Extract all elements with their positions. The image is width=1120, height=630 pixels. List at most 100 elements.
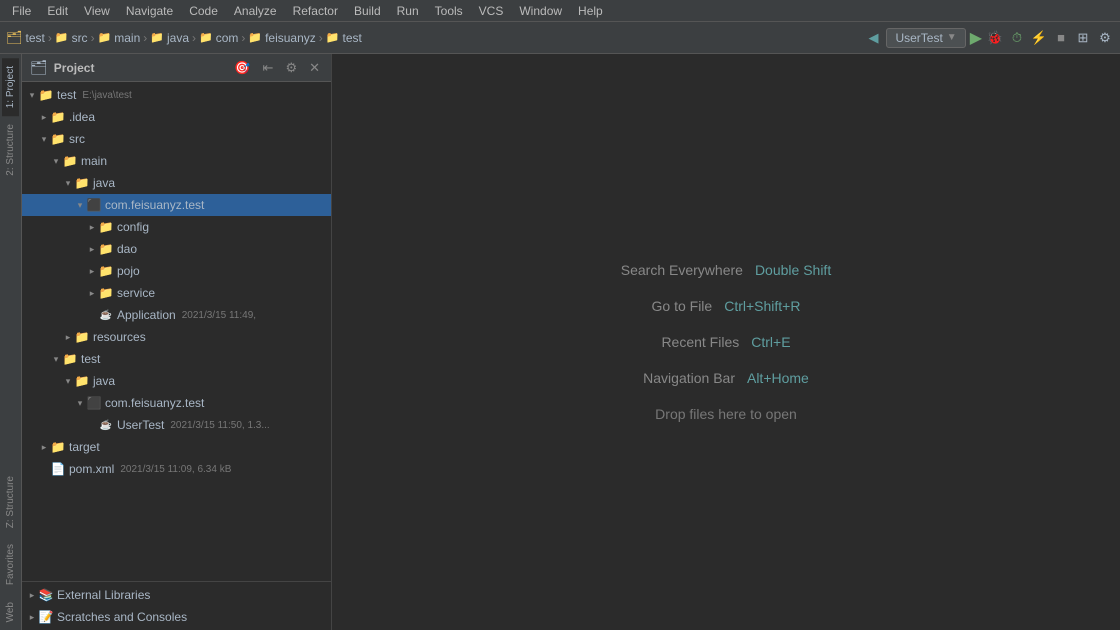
run-configuration[interactable]: UserTest ▼ <box>886 28 965 48</box>
icon-src: 📁 <box>50 131 66 147</box>
settings-icon[interactable]: ⚙ <box>1096 29 1114 47</box>
sidebar-tab-structure-2[interactable]: 2: Structure <box>2 116 19 184</box>
debug-icon[interactable]: 🐞 <box>986 29 1004 47</box>
breadcrumb-src[interactable]: 📁 src <box>55 31 88 45</box>
tree-item-service[interactable]: ▸ 📁 service <box>22 282 331 304</box>
icon-service: 📁 <box>98 285 114 301</box>
tree-item-pkg[interactable]: ▾ ⬛ com.feisuanyz.test <box>22 194 331 216</box>
label-application: Application <box>117 308 176 322</box>
icon-resources: 📁 <box>74 329 90 345</box>
side-tabs-left: 1: Project 2: Structure Z: Structure Fav… <box>0 54 22 630</box>
label-test: test <box>81 352 100 366</box>
menu-file[interactable]: File <box>4 2 39 20</box>
arrow-resources: ▸ <box>62 331 74 343</box>
menu-run[interactable]: Run <box>389 2 427 20</box>
tree-item-java[interactable]: ▾ 📁 java <box>22 172 331 194</box>
arrow-testjava: ▾ <box>62 375 74 387</box>
tree-item-resources[interactable]: ▸ 📁 resources <box>22 326 331 348</box>
project-panel: 🗂 Project 🎯 ⇤ ⚙ ✕ ▾ 📁 test E:\java\test … <box>22 54 332 630</box>
menu-edit[interactable]: Edit <box>39 2 76 20</box>
menu-code[interactable]: Code <box>181 2 226 20</box>
menu-navigate[interactable]: Navigate <box>118 2 181 20</box>
panel-close-btn[interactable]: ✕ <box>306 59 323 77</box>
run-config-label: UserTest <box>895 31 942 45</box>
meta-root: E:\java\test <box>82 90 131 101</box>
tree-item-external-libs[interactable]: ▸ 📚 External Libraries <box>22 584 331 606</box>
hint-recent-label: Recent Files <box>661 334 739 350</box>
icon-main: 📁 <box>62 153 78 169</box>
tree-item-dao[interactable]: ▸ 📁 dao <box>22 238 331 260</box>
meta-pom: 2021/3/15 11:09, 6.34 kB <box>120 464 231 475</box>
hint-navbar: Navigation Bar Alt+Home <box>643 370 809 386</box>
menu-window[interactable]: Window <box>511 2 570 20</box>
menu-help[interactable]: Help <box>570 2 611 20</box>
hint-goto-label: Go to File <box>652 298 713 314</box>
arrow-root: ▾ <box>26 89 38 101</box>
tree-item-idea[interactable]: ▸ 📁 .idea <box>22 106 331 128</box>
label-pom: pom.xml <box>69 462 114 476</box>
tree-item-src[interactable]: ▾ 📁 src <box>22 128 331 150</box>
drop-hint: Drop files here to open <box>655 406 797 422</box>
breadcrumb-test[interactable]: 📁 test <box>326 31 362 45</box>
tree-item-target[interactable]: ▸ 📁 target <box>22 436 331 458</box>
tree-item-config[interactable]: ▸ 📁 config <box>22 216 331 238</box>
hint-search-label: Search Everywhere <box>621 262 743 278</box>
tree-item-main[interactable]: ▾ 📁 main <box>22 150 331 172</box>
back-icon[interactable]: ◀ <box>864 29 882 47</box>
sidebar-tab-project[interactable]: 1: Project <box>2 58 19 116</box>
icon-testjava: 📁 <box>74 373 90 389</box>
icon-application: ☕ <box>98 307 114 323</box>
menu-tools[interactable]: Tools <box>427 2 471 20</box>
icon-scratches: 📝 <box>38 609 54 625</box>
arrow-config: ▸ <box>86 221 98 233</box>
label-root: test <box>57 88 76 102</box>
panel-locate-btn[interactable]: 🎯 <box>231 59 253 77</box>
menu-view[interactable]: View <box>76 2 118 20</box>
layout-icon[interactable]: ⊞ <box>1074 29 1092 47</box>
sidebar-tab-favorites[interactable]: Favorites <box>2 536 19 593</box>
tree-item-scratches[interactable]: ▸ 📝 Scratches and Consoles <box>22 606 331 628</box>
tree-item-root[interactable]: ▾ 📁 test E:\java\test <box>22 84 331 106</box>
menu-analyze[interactable]: Analyze <box>226 2 285 20</box>
hint-goto-shortcut: Ctrl+Shift+R <box>724 298 800 314</box>
breadcrumb-java[interactable]: 📁 java <box>150 31 189 45</box>
label-target: target <box>69 440 100 454</box>
breadcrumb-main[interactable]: 📁 main <box>98 31 141 45</box>
breadcrumb: 🗂 test › 📁 src › 📁 main › 📁 java › 📁 com… <box>6 30 860 46</box>
panel-settings-btn[interactable]: ⚙ <box>282 59 300 77</box>
tree-item-test[interactable]: ▾ 📁 test <box>22 348 331 370</box>
hint-navbar-shortcut: Alt+Home <box>747 370 809 386</box>
arrow-java: ▾ <box>62 177 74 189</box>
tree-item-pojo[interactable]: ▸ 📁 pojo <box>22 260 331 282</box>
label-scratches: Scratches and Consoles <box>57 610 187 624</box>
bottom-section: ▸ 📚 External Libraries ▸ 📝 Scratches and… <box>22 581 331 630</box>
arrow-pkg: ▾ <box>74 199 86 211</box>
menu-vcs[interactable]: VCS <box>471 2 512 20</box>
profiler-icon[interactable]: ⚡ <box>1030 29 1048 47</box>
tree-item-testpkg[interactable]: ▾ ⬛ com.feisuanyz.test <box>22 392 331 414</box>
breadcrumb-feisuanyz[interactable]: 📁 feisuanyz <box>248 31 315 45</box>
label-testpkg: com.feisuanyz.test <box>105 396 204 410</box>
tree-item-usertest[interactable]: ▸ ☕ UserTest 2021/3/15 11:50, 1.3... <box>22 414 331 436</box>
sidebar-tab-web[interactable]: Web <box>2 594 19 630</box>
breadcrumb-project[interactable]: 🗂 test <box>6 30 45 46</box>
menu-build[interactable]: Build <box>346 2 389 20</box>
run-button[interactable]: ▶ <box>970 28 982 48</box>
tree-item-pom[interactable]: ▸ 📄 pom.xml 2021/3/15 11:09, 6.34 kB <box>22 458 331 480</box>
panel-collapse-btn[interactable]: ⇤ <box>260 59 277 77</box>
sidebar-tab-structure-z[interactable]: Z: Structure <box>2 468 19 536</box>
panel-title: Project <box>54 61 226 75</box>
tree-item-application[interactable]: ▸ ☕ Application 2021/3/15 11:49, <box>22 304 331 326</box>
arrow-pojo: ▸ <box>86 265 98 277</box>
menu-refactor[interactable]: Refactor <box>285 2 346 20</box>
breadcrumb-com[interactable]: 📁 com <box>199 31 238 45</box>
icon-idea: 📁 <box>50 109 66 125</box>
hint-goto: Go to File Ctrl+Shift+R <box>652 298 801 314</box>
arrow-src: ▾ <box>38 133 50 145</box>
stop-icon[interactable]: ■ <box>1052 29 1070 47</box>
coverage-icon[interactable]: ⏱ <box>1008 29 1026 47</box>
icon-test: 📁 <box>62 351 78 367</box>
tree-item-testjava[interactable]: ▾ 📁 java <box>22 370 331 392</box>
label-config: config <box>117 220 149 234</box>
label-resources: resources <box>93 330 146 344</box>
